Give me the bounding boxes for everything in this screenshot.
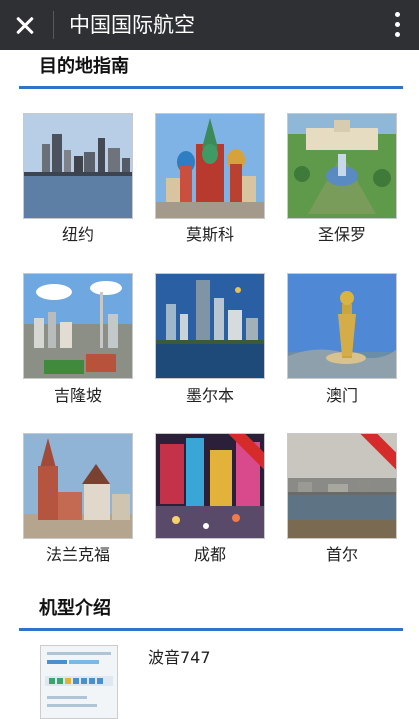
city-photo-moscow[interactable] bbox=[155, 113, 265, 219]
city-name: 吉隆坡 bbox=[53, 386, 102, 405]
aircraft-section-title: 机型介绍 bbox=[39, 598, 111, 619]
city-name: 莫斯科 bbox=[185, 225, 234, 244]
city-photo-melbourne[interactable] bbox=[155, 273, 265, 379]
aircraft-name: 波音747 bbox=[148, 648, 211, 667]
top-bar: 中国国际航空 bbox=[0, 0, 419, 50]
more-vertical-icon[interactable] bbox=[388, 9, 406, 41]
city-photo-seoul[interactable] bbox=[287, 433, 397, 539]
city-photo-chengdu[interactable] bbox=[155, 433, 265, 539]
city-name: 首尔 bbox=[325, 545, 358, 564]
city-name: 澳门 bbox=[325, 386, 358, 405]
page-title: 中国国际航空 bbox=[69, 13, 195, 37]
city-name: 墨尔本 bbox=[185, 386, 234, 405]
city-name: 纽约 bbox=[61, 225, 94, 244]
city-photo-frankfurt[interactable] bbox=[23, 433, 133, 539]
destinations-divider bbox=[19, 86, 403, 89]
city-photo-kuala-lumpur[interactable] bbox=[23, 273, 133, 379]
city-name: 法兰克福 bbox=[45, 545, 110, 564]
city-photo-macau[interactable] bbox=[287, 273, 397, 379]
aircraft-seatmap-thumbnail[interactable] bbox=[40, 645, 118, 719]
divider bbox=[53, 11, 54, 39]
close-icon[interactable] bbox=[10, 10, 40, 40]
city-photo-sao-paulo[interactable] bbox=[287, 113, 397, 219]
destinations-section-title: 目的地指南 bbox=[39, 56, 129, 77]
city-name: 圣保罗 bbox=[317, 225, 366, 244]
aircraft-divider bbox=[19, 628, 403, 631]
city-photo-new-york[interactable] bbox=[23, 113, 133, 219]
city-name: 成都 bbox=[193, 545, 226, 564]
